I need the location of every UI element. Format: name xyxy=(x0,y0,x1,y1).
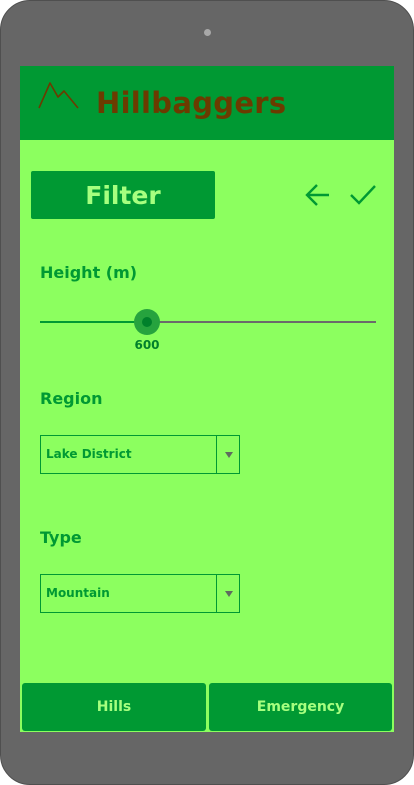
height-slider-active-track xyxy=(40,321,147,323)
height-slider-track xyxy=(147,321,376,323)
height-slider-thumb[interactable] xyxy=(134,309,160,335)
type-select[interactable]: Mountain xyxy=(40,574,240,613)
region-label: Region xyxy=(40,389,103,408)
checkmark-icon[interactable] xyxy=(349,182,377,208)
height-label: Height (m) xyxy=(40,263,138,282)
mountain-icon xyxy=(38,82,79,109)
type-label: Type xyxy=(40,528,82,547)
height-value: 600 xyxy=(134,338,160,352)
emergency-button[interactable]: Emergency xyxy=(209,683,392,731)
app-title: Hillbaggers xyxy=(96,86,287,120)
chevron-down-icon[interactable] xyxy=(225,452,233,458)
hills-button[interactable]: Hills xyxy=(22,683,206,731)
arrow-left-icon[interactable] xyxy=(304,182,332,208)
app-screen: Hillbaggers Filter Height (m) 600 Region… xyxy=(20,66,394,732)
app-bar: Hillbaggers xyxy=(20,66,394,140)
height-slider[interactable] xyxy=(40,309,376,335)
region-select-divider xyxy=(216,436,217,473)
region-select-value: Lake District xyxy=(46,447,132,461)
type-select-divider xyxy=(216,575,217,612)
device-frame: Hillbaggers Filter Height (m) 600 Region… xyxy=(0,0,414,785)
filter-button[interactable]: Filter xyxy=(31,171,215,219)
chevron-down-icon[interactable] xyxy=(225,591,233,597)
region-select[interactable]: Lake District xyxy=(40,435,240,474)
type-select-value: Mountain xyxy=(46,586,110,600)
front-camera xyxy=(204,29,211,36)
